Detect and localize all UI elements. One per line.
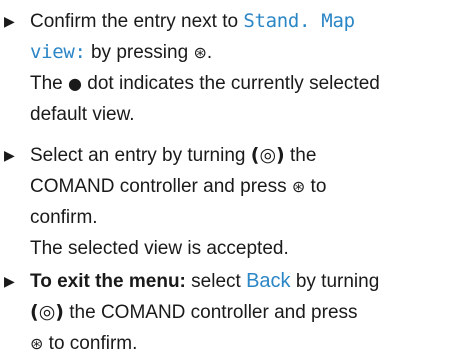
bullet-icon: ▶: [4, 147, 15, 163]
result-text: The: [30, 73, 69, 94]
result-text: dot indicates the currently selected: [82, 73, 380, 94]
result-text: default view.: [30, 104, 135, 125]
step-text: Confirm the entry next to: [30, 11, 244, 32]
step-text: by turning: [290, 271, 380, 292]
selected-dot-icon: ●: [68, 74, 82, 93]
step-text: the COMAND controller and press: [63, 302, 358, 323]
step-content: To exit the menu: select Back by turning…: [30, 266, 456, 359]
step-text: confirm.: [30, 207, 98, 228]
turn-controller-icon: (◎): [30, 301, 64, 323]
press-button-icon: ⊛: [30, 334, 44, 353]
menu-item-back: Back: [246, 270, 291, 292]
step-heading: To exit the menu:: [30, 271, 186, 292]
bullet-icon: ▶: [4, 13, 15, 29]
menu-item-stand-map: Stand. Map: [243, 10, 355, 32]
step-content: Confirm the entry next to Stand. Map vie…: [30, 6, 456, 130]
step-text: select: [185, 271, 247, 292]
menu-item-view: view:: [30, 41, 86, 63]
bullet-icon: ▶: [4, 273, 15, 289]
press-button-icon: ⊛: [193, 43, 207, 62]
turn-controller-icon: (◎): [250, 144, 285, 166]
press-button-icon: ⊛: [291, 177, 306, 196]
step-confirm-entry: ▶ Confirm the entry next to Stand. Map v…: [4, 6, 456, 130]
step-select-entry: ▶ Select an entry by turning (◎) the COM…: [4, 140, 456, 264]
step-text: to confirm.: [43, 333, 138, 354]
step-content: Select an entry by turning (◎) the COMAN…: [30, 140, 456, 264]
step-text: by pressing: [85, 42, 194, 63]
instruction-page: ▶ Confirm the entry next to Stand. Map v…: [0, 0, 458, 362]
step-text: the: [284, 145, 317, 166]
step-text: .: [206, 42, 213, 63]
step-text: Select an entry by turning: [30, 145, 251, 166]
step-text: COMAND controller and press: [30, 176, 292, 197]
step-text: to: [305, 176, 327, 197]
step-exit-menu: ▶ To exit the menu: select Back by turni…: [4, 266, 456, 359]
result-text: The selected view is accepted.: [30, 238, 289, 259]
